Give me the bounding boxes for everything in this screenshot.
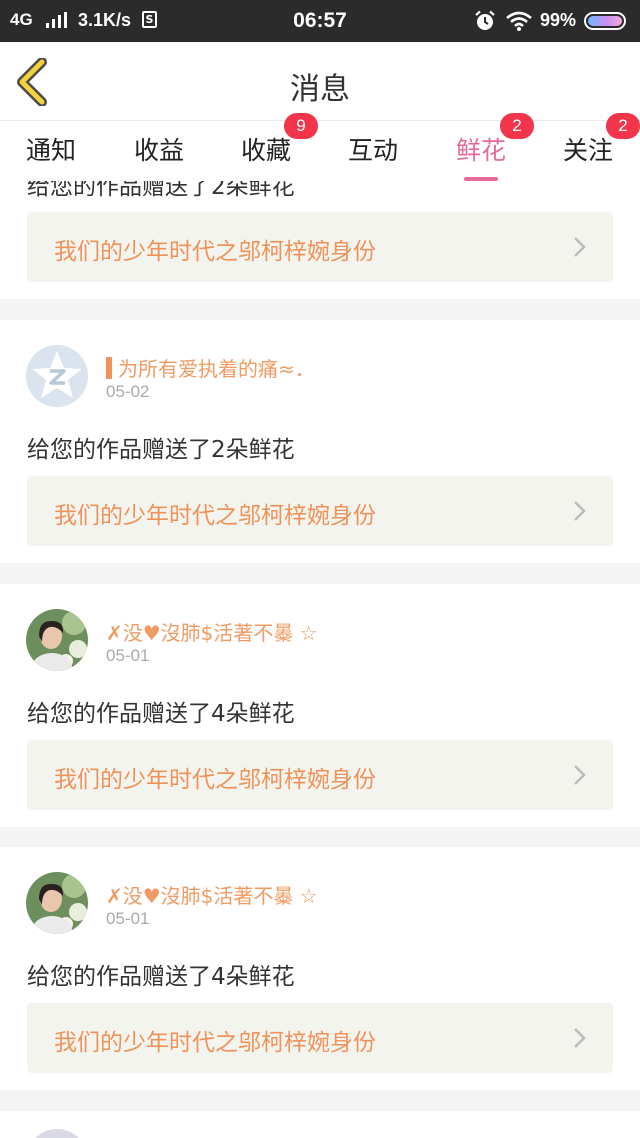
work-title: 我们的少年时代之邬柯梓婉身份 <box>54 503 376 529</box>
badge-favorites: 9 <box>284 113 318 139</box>
username-marker <box>106 357 112 379</box>
message-date: 05-01 <box>106 646 150 665</box>
message-card-partial <box>0 1111 640 1138</box>
message-date: 05-02 <box>106 382 150 401</box>
tab-label: 互动 <box>348 136 399 165</box>
username[interactable]: ✗没♥沒肺$活著不㬥 ☆ <box>106 880 318 909</box>
work-link[interactable]: 我们的少年时代之邬柯梓婉身份 <box>27 476 613 546</box>
tab-bar: 通知 收益 收藏 互动 鲜花 关注 9 2 2 <box>0 113 640 181</box>
tab-label: 通知 <box>26 136 77 165</box>
photo-avatar-icon <box>26 609 88 671</box>
avatar[interactable] <box>26 345 88 407</box>
avatar[interactable] <box>26 609 88 671</box>
work-link[interactable]: 我们的少年时代之邬柯梓婉身份 <box>27 212 613 282</box>
tab-notifications[interactable]: 通知 <box>26 131 76 167</box>
battery-level-fill <box>588 16 622 26</box>
work-link[interactable]: 我们的少年时代之邬柯梓婉身份 <box>27 1003 613 1073</box>
battery-icon <box>584 12 626 30</box>
chevron-right-icon <box>574 501 586 521</box>
tab-favorites[interactable]: 收藏 <box>241 131 291 167</box>
username[interactable]: 为所有爱执着的痛≈． <box>106 353 315 382</box>
work-title: 我们的少年时代之邬柯梓婉身份 <box>54 239 376 265</box>
work-link[interactable]: 我们的少年时代之邬柯梓婉身份 <box>27 740 613 810</box>
page-title: 消息 <box>290 72 350 107</box>
flower-message-feed: 给您的作品赠送了2朵鲜花 我们的少年时代之邬柯梓婉身份 为所有爱执着的痛≈． 0… <box>0 181 640 1138</box>
battery-percent: 99% <box>540 10 577 30</box>
message-card-partial: 给您的作品赠送了2朵鲜花 我们的少年时代之邬柯梓婉身份 <box>0 181 640 299</box>
message-text: 给您的作品赠送了4朵鲜花 <box>27 964 295 990</box>
wifi-icon <box>506 11 532 31</box>
chevron-right-icon <box>574 1028 586 1048</box>
message-text: 给您的作品赠送了2朵鲜花 <box>27 181 295 200</box>
top-header: 消息 <box>0 42 640 121</box>
tab-label: 收藏 <box>241 136 292 165</box>
tab-interactions[interactable]: 互动 <box>348 131 398 167</box>
tab-label: 关注 <box>563 136 614 165</box>
tab-label: 鲜花 <box>456 136 507 165</box>
tab-label: 收益 <box>134 136 185 165</box>
alarm-icon <box>475 10 495 30</box>
work-title: 我们的少年时代之邬柯梓婉身份 <box>54 1030 376 1056</box>
photo-avatar-icon <box>26 872 88 934</box>
avatar[interactable] <box>26 1129 88 1138</box>
username[interactable]: ✗没♥沒肺$活著不㬥 ☆ <box>106 617 318 646</box>
message-card: ✗没♥沒肺$活著不㬥 ☆ 05-01 给您的作品赠送了4朵鲜花 我们的少年时代之… <box>0 847 640 1090</box>
badge-flowers: 2 <box>500 113 534 139</box>
message-card: ✗没♥沒肺$活著不㬥 ☆ 05-01 给您的作品赠送了4朵鲜花 我们的少年时代之… <box>0 584 640 827</box>
username-text: 为所有爱执着的痛≈． <box>118 357 315 381</box>
message-date: 05-01 <box>106 909 150 928</box>
message-text: 给您的作品赠送了2朵鲜花 <box>27 437 295 463</box>
avatar[interactable] <box>26 872 88 934</box>
default-avatar-icon <box>26 345 88 407</box>
badge-follows: 2 <box>606 113 640 139</box>
message-text: 给您的作品赠送了4朵鲜花 <box>27 701 295 727</box>
tab-flowers[interactable]: 鲜花 <box>456 131 507 181</box>
tab-follows[interactable]: 关注 <box>563 131 613 167</box>
tab-earnings[interactable]: 收益 <box>134 131 184 167</box>
work-title: 我们的少年时代之邬柯梓婉身份 <box>54 767 376 793</box>
chevron-right-icon <box>574 237 586 257</box>
chevron-right-icon <box>574 765 586 785</box>
message-card: 为所有爱执着的痛≈． 05-02 给您的作品赠送了2朵鲜花 我们的少年时代之邬柯… <box>0 320 640 563</box>
status-bar: 4G 3.1K/s S 06:57 99% <box>0 0 640 42</box>
